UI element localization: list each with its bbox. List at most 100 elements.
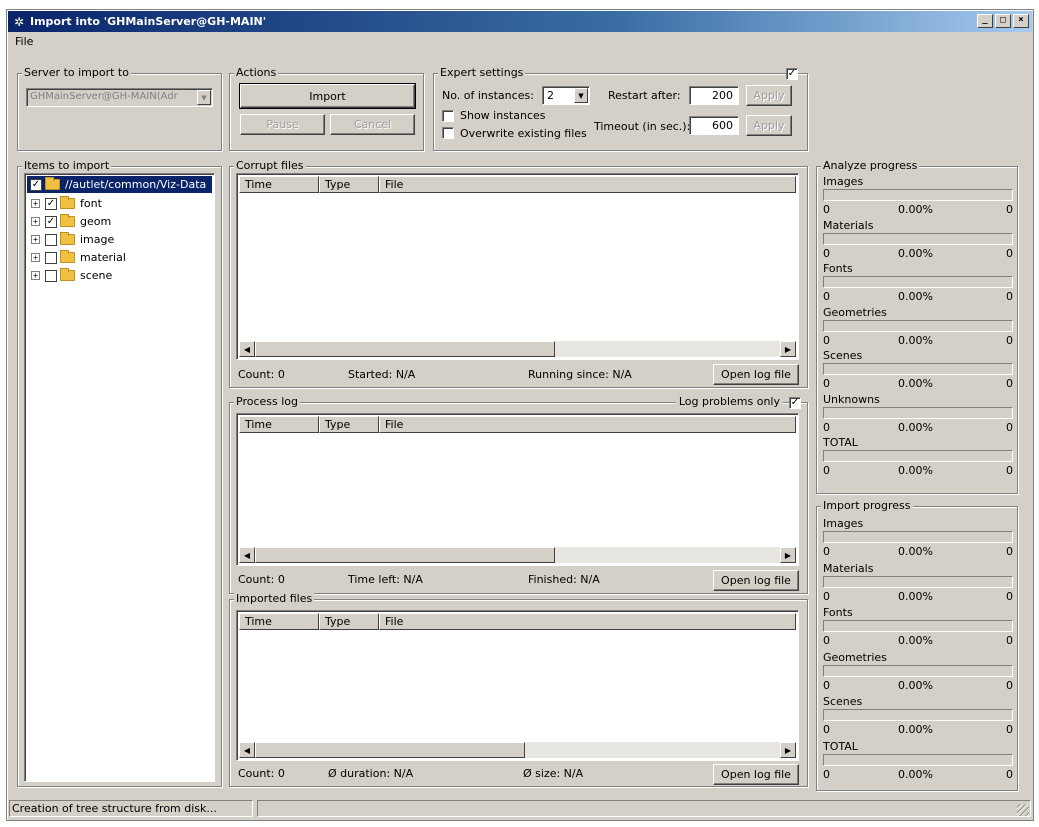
menu-file[interactable]: File xyxy=(11,35,37,48)
progress-count: 0 xyxy=(823,246,830,260)
imported-duration: Ø duration: N/A xyxy=(328,767,414,780)
progress-total: 0 xyxy=(1006,767,1013,781)
apply-timeout-button[interactable]: Apply xyxy=(746,115,792,136)
items-tree[interactable]: ✓ //autlet/common/Viz-Data + ✓ font + ✓ … xyxy=(24,173,215,782)
column-time[interactable]: Time xyxy=(239,613,319,630)
tree-item-image[interactable]: + image xyxy=(31,231,114,248)
column-time[interactable]: Time xyxy=(239,416,319,433)
progress-row-name: Materials xyxy=(823,218,874,232)
restart-value: 200 xyxy=(712,89,733,102)
import-button[interactable]: Import xyxy=(239,83,416,109)
scroll-left-icon[interactable]: ◀ xyxy=(239,742,255,758)
progress-percent: 0.00% xyxy=(898,246,933,260)
imported-open-log-button[interactable]: Open log file xyxy=(713,764,799,785)
scroll-left-icon[interactable]: ◀ xyxy=(239,341,255,357)
tree-item-checkbox[interactable]: ✓ xyxy=(45,197,57,210)
progress-row-name: Scenes xyxy=(823,695,863,708)
expert-settings-checkbox[interactable]: ✓ xyxy=(786,68,798,80)
scroll-thumb[interactable] xyxy=(255,742,525,758)
progress-bar xyxy=(823,406,1013,419)
tree-root-checkbox[interactable]: ✓ xyxy=(30,178,42,191)
tree-item-label: scene xyxy=(80,269,113,282)
progress-percent: 0.00% xyxy=(898,545,933,558)
tree-item-checkbox[interactable]: ✓ xyxy=(45,215,57,228)
maximize-button[interactable]: □ xyxy=(995,14,1011,28)
imported-size: Ø size: N/A xyxy=(523,767,584,780)
column-type[interactable]: Type xyxy=(319,613,379,630)
column-file[interactable]: File xyxy=(379,176,796,193)
progress-total: 0 xyxy=(1006,290,1013,303)
tree-item-scene[interactable]: + scene xyxy=(31,267,112,284)
tree-root-label: //autlet/common/Viz-Data xyxy=(65,178,207,191)
tree-root[interactable]: ✓ //autlet/common/Viz-Data xyxy=(27,176,212,193)
tree-item-label: image xyxy=(80,233,115,246)
scroll-thumb[interactable] xyxy=(255,547,555,563)
tree-item-material[interactable]: + material xyxy=(31,249,126,266)
chevron-down-icon[interactable]: ▼ xyxy=(574,88,588,103)
apply-restart-button[interactable]: Apply xyxy=(746,85,792,106)
tree-item-checkbox[interactable] xyxy=(45,269,57,282)
title-bar[interactable]: ✲ Import into 'GHMainServer@GH-MAIN' _ □… xyxy=(8,11,1032,32)
server-combo[interactable]: GHMainServer@GH-MAIN(Adr ▼ xyxy=(26,88,213,107)
expand-icon[interactable]: + xyxy=(31,271,40,280)
show-instances-checkbox[interactable] xyxy=(442,110,454,122)
progress-row: TOTAL 0 0.00% 0 xyxy=(823,740,1013,782)
tree-item-checkbox[interactable] xyxy=(45,233,57,246)
horizontal-scrollbar[interactable]: ◀ ▶ xyxy=(239,341,796,357)
server-combo-value: GHMainServer@GH-MAIN(Adr xyxy=(30,91,178,102)
scroll-thumb[interactable] xyxy=(255,341,555,357)
minimize-button[interactable]: _ xyxy=(977,14,993,28)
pause-button[interactable]: Pause xyxy=(240,114,325,135)
imported-files-list[interactable]: Time Type File ◀ ▶ xyxy=(236,610,799,761)
scroll-right-icon[interactable]: ▶ xyxy=(780,742,796,758)
column-file[interactable]: File xyxy=(379,416,796,433)
items-group: Items to import ✓ //autlet/common/Viz-Da… xyxy=(17,159,222,787)
corrupt-open-log-button[interactable]: Open log file xyxy=(713,364,799,385)
expand-icon[interactable]: + xyxy=(31,217,40,226)
chevron-down-icon[interactable]: ▼ xyxy=(197,90,211,105)
scroll-right-icon[interactable]: ▶ xyxy=(780,341,796,357)
process-log-list[interactable]: Time Type File ◀ ▶ xyxy=(236,413,799,566)
progress-count: 0 xyxy=(823,678,830,692)
process-open-log-button[interactable]: Open log file xyxy=(713,570,799,591)
horizontal-scrollbar[interactable]: ◀ ▶ xyxy=(239,742,796,758)
tree-item-font[interactable]: + ✓ font xyxy=(31,195,102,212)
resize-grip-icon[interactable] xyxy=(1017,804,1029,816)
progress-total: 0 xyxy=(1006,589,1013,603)
progress-row: TOTAL 0 0.00% 0 xyxy=(823,436,1013,478)
progress-count: 0 xyxy=(823,589,830,603)
progress-bar xyxy=(823,753,1013,766)
close-button[interactable]: × xyxy=(1013,14,1029,28)
progress-percent: 0.00% xyxy=(898,634,933,647)
column-type[interactable]: Type xyxy=(319,176,379,193)
scroll-left-icon[interactable]: ◀ xyxy=(239,547,255,563)
horizontal-scrollbar[interactable]: ◀ ▶ xyxy=(239,547,796,563)
corrupt-group-label: Corrupt files xyxy=(234,159,306,172)
tree-item-checkbox[interactable] xyxy=(45,251,57,264)
progress-row-name: Images xyxy=(823,517,864,530)
instances-combo[interactable]: 2 ▼ xyxy=(542,86,590,105)
progress-bar xyxy=(823,363,1013,375)
expand-icon[interactable]: + xyxy=(31,235,40,244)
timeout-input[interactable]: 600 xyxy=(689,116,739,135)
progress-row-name: TOTAL xyxy=(823,436,858,449)
column-type[interactable]: Type xyxy=(319,416,379,433)
expand-icon[interactable]: + xyxy=(31,199,40,208)
column-file[interactable]: File xyxy=(379,613,796,630)
column-time[interactable]: Time xyxy=(239,176,319,193)
cancel-button[interactable]: Cancel xyxy=(330,114,415,135)
list-header: Time Type File xyxy=(239,613,796,630)
scroll-right-icon[interactable]: ▶ xyxy=(780,547,796,563)
overwrite-checkbox[interactable] xyxy=(442,127,454,139)
imported-files-group: Imported files Time Type File ◀ ▶ Count:… xyxy=(229,592,808,787)
log-problems-checkbox[interactable]: ✓ xyxy=(789,397,801,409)
progress-count: 0 xyxy=(823,634,830,647)
progress-total: 0 xyxy=(1006,333,1013,347)
tree-item-geom[interactable]: + ✓ geom xyxy=(31,213,111,230)
tree-item-label: material xyxy=(80,251,126,264)
expand-icon[interactable]: + xyxy=(31,253,40,262)
restart-input[interactable]: 200 xyxy=(689,86,739,105)
corrupt-files-list[interactable]: Time Type File ◀ ▶ xyxy=(236,173,799,360)
progress-total: 0 xyxy=(1006,246,1013,260)
progress-row-name: Geometries xyxy=(823,650,887,664)
